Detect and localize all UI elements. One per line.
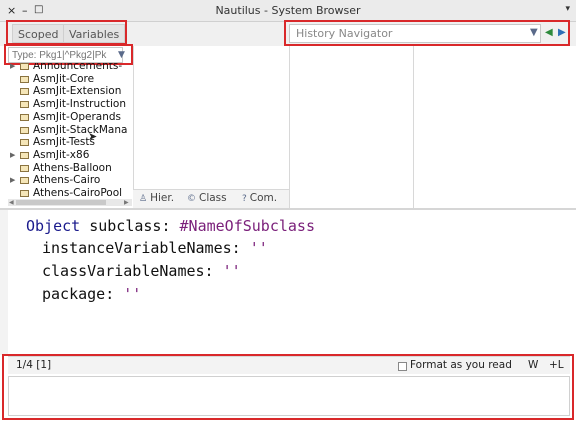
editor-gutter <box>0 210 8 355</box>
package-item-label: AsmJit-Operands <box>33 110 122 123</box>
folder-icon <box>20 177 29 185</box>
highlight-box-tabs <box>6 20 127 45</box>
scroll-left-icon[interactable]: ◀ <box>9 199 14 206</box>
highlight-box-bottom <box>2 354 574 420</box>
tab-class[interactable]: © Class <box>187 190 227 207</box>
folder-icon <box>20 101 29 109</box>
scroll-right-icon[interactable]: ▶ <box>124 199 129 206</box>
code-editor[interactable]: Object subclass: #NameOfSubclass instanc… <box>8 210 570 355</box>
folder-icon <box>20 75 29 83</box>
class-icon: © <box>187 194 196 204</box>
comment-icon: ? <box>242 194 247 204</box>
protocol-list-pane[interactable] <box>289 46 413 208</box>
code-line-3: classVariableNames: '' <box>42 262 241 280</box>
code-line-1: Object subclass: #NameOfSubclass <box>26 217 315 235</box>
folder-icon <box>20 151 29 159</box>
package-item-label: AsmJit-Core <box>33 72 95 85</box>
package-item-label: Announcements- <box>33 63 123 72</box>
folder-icon <box>20 63 29 70</box>
code-line-2: instanceVariableNames: '' <box>42 239 268 257</box>
window-title: Nautilus - System Browser <box>215 4 361 17</box>
package-item-label: Athens-Balloon <box>33 161 112 174</box>
mouse-cursor-icon: ➤ <box>88 130 98 143</box>
folder-icon <box>20 139 29 147</box>
class-list-pane[interactable] <box>133 46 289 208</box>
package-item-label: AsmJit-x86 <box>33 148 90 161</box>
highlight-box-history <box>284 20 570 46</box>
code-line-4: package: '' <box>42 285 142 303</box>
package-item-label: AsmJit-Extension <box>33 85 122 98</box>
expand-arrow-icon[interactable]: ▶ <box>10 63 15 73</box>
expand-arrow-icon[interactable]: ▶ <box>10 174 15 187</box>
package-item-label: AsmJit-Tests <box>33 136 95 149</box>
folder-icon <box>20 126 29 134</box>
window-menu-icon[interactable]: ▾ <box>565 4 570 14</box>
tab-hierarchy[interactable]: ♙ Hier. <box>139 190 174 207</box>
tab-comment[interactable]: ? Com. <box>242 190 277 207</box>
method-list-pane[interactable] <box>413 46 576 208</box>
package-item-label: AsmJit-StackMana <box>33 123 128 136</box>
highlight-box-filter <box>4 44 133 65</box>
package-item-label: Athens-Cairo <box>33 174 101 187</box>
folder-icon <box>20 113 29 121</box>
package-list: ▶ Announcements- AsmJit-Core AsmJit-Extensi… <box>8 63 132 206</box>
expand-arrow-icon[interactable]: ▶ <box>10 149 15 162</box>
hierarchy-icon: ♙ <box>139 194 148 204</box>
folder-icon <box>20 190 29 197</box>
scrollbar-thumb[interactable] <box>16 200 106 205</box>
package-item-label: AsmJit-Instruction <box>33 98 126 111</box>
folder-icon <box>20 88 29 96</box>
folder-icon <box>20 164 29 172</box>
